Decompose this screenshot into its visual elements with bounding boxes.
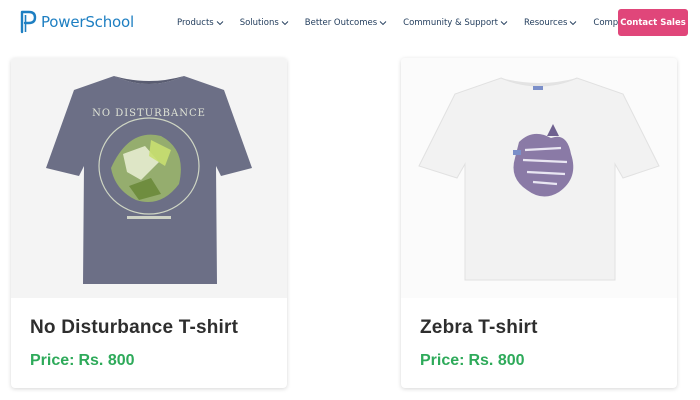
product-title[interactable]: No Disturbance T-shirt [30, 317, 238, 339]
powerschool-logo-icon [20, 10, 37, 34]
chevron-down-icon [281, 21, 289, 26]
product-price: Price: Rs. 800 [420, 352, 525, 370]
product-image[interactable] [401, 58, 677, 298]
nav-label: Products [177, 18, 214, 28]
product-card[interactable]: Zebra T-shirt Price: Rs. 800 [401, 58, 677, 388]
nav-label: Resources [523, 18, 568, 28]
product-price: Price: Rs. 800 [30, 352, 135, 370]
nav-community-support[interactable]: Community & Support [403, 18, 508, 28]
price-label: Price: [420, 352, 465, 369]
chevron-down-icon [216, 21, 224, 26]
nav-resources[interactable]: Resources [524, 18, 577, 28]
chevron-down-icon [570, 21, 577, 26]
product-card[interactable]: NO DISTURBANCE No Disturbance T-shirt Pr… [11, 58, 287, 388]
chevron-down-icon [379, 21, 387, 26]
chevron-down-icon [500, 21, 508, 26]
nav-label: Better Outcomes [304, 18, 378, 28]
price-value: Rs. 800 [78, 352, 135, 369]
nav-products[interactable]: Products [177, 18, 224, 28]
site-header: PowerSchool Products Solutions Better Ou… [0, 0, 700, 46]
price-value: Rs. 800 [468, 352, 525, 369]
main-nav: Products Solutions Better Outcomes Commu… [177, 18, 660, 28]
product-image[interactable]: NO DISTURBANCE [11, 58, 287, 298]
grey-graphic-tshirt-image: NO DISTURBANCE [46, 76, 252, 284]
logo-text: PowerSchool [41, 13, 134, 31]
nav-label: Community & Support [403, 18, 498, 28]
svg-text:NO DISTURBANCE: NO DISTURBANCE [92, 108, 206, 119]
nav-better-outcomes[interactable]: Better Outcomes [305, 18, 387, 28]
nav-solutions[interactable]: Solutions [240, 18, 289, 28]
price-label: Price: [30, 352, 75, 369]
product-title[interactable]: Zebra T-shirt [420, 317, 538, 339]
contact-sales-button[interactable]: Contact Sales [618, 9, 688, 36]
white-zebra-tshirt-image [418, 77, 660, 281]
nav-label: Solutions [239, 18, 279, 28]
powerschool-logo[interactable]: PowerSchool [20, 10, 134, 34]
